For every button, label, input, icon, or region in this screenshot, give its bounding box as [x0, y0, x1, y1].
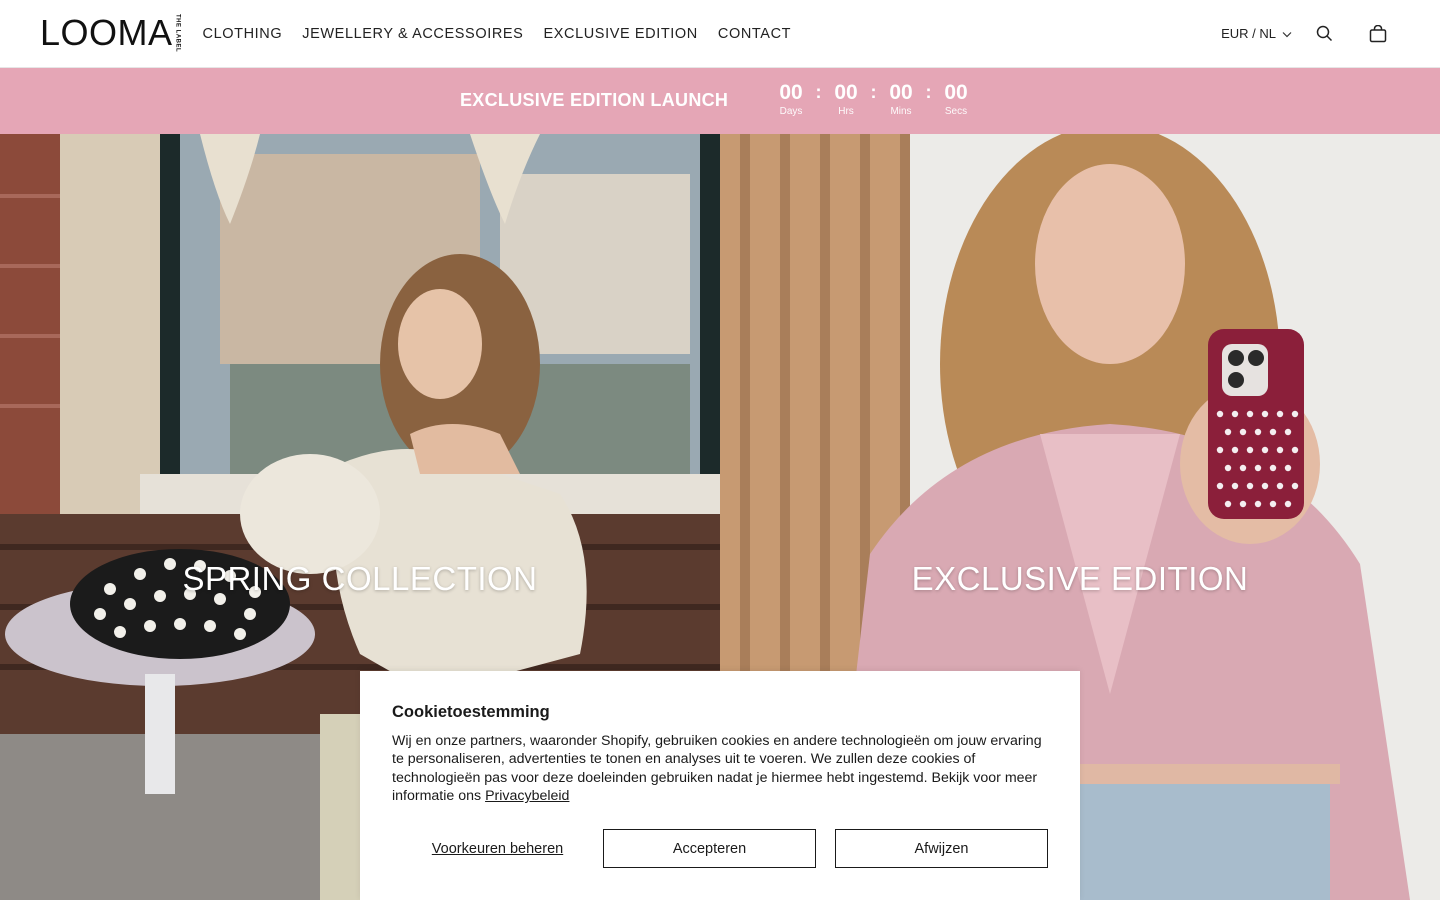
hero-title-exclusive: EXCLUSIVE EDITION: [911, 560, 1249, 597]
cart-icon[interactable]: [1368, 24, 1388, 44]
logo-subtext: THE LABEL: [174, 14, 181, 53]
countdown-value: 00: [944, 81, 968, 104]
search-icon[interactable]: [1314, 24, 1334, 44]
logo-text: LOOMA: [40, 12, 173, 54]
chevron-down-icon: [1282, 26, 1292, 41]
countdown-value: 00: [889, 81, 913, 104]
cookie-text: Wij en onze partners, waaronder Shopify,…: [392, 732, 1048, 806]
brand-logo[interactable]: LOOMA THE LABEL: [40, 14, 181, 52]
countdown-value: 00: [779, 81, 803, 104]
privacy-policy-link[interactable]: Privacybeleid: [485, 788, 569, 804]
nav-jewellery-accessoires[interactable]: JEWELLERY & ACCESSOIRES: [302, 26, 523, 42]
countdown-label: Secs: [944, 106, 968, 117]
manage-preferences-button[interactable]: Voorkeuren beheren: [392, 829, 603, 868]
countdown-value: 00: [834, 81, 858, 104]
accept-button[interactable]: Accepteren: [603, 829, 816, 868]
countdown-days: 00 Days: [775, 80, 807, 118]
hero-title-spring: SPRING COLLECTION: [182, 560, 538, 597]
decline-button[interactable]: Afwijzen: [835, 829, 1048, 868]
nav-contact[interactable]: CONTACT: [718, 26, 791, 42]
countdown-separator: :: [925, 82, 932, 102]
countdown-label: Mins: [890, 106, 912, 117]
site-header: LOOMA THE LABEL CLOTHING JEWELLERY & ACC…: [0, 0, 1440, 68]
countdown-title: EXCLUSIVE EDITION LAUNCH: [460, 90, 729, 110]
cookie-title: Cookietoestemming: [392, 703, 550, 721]
currency-selector[interactable]: EUR / NL: [1221, 26, 1292, 41]
countdown-banner: EXCLUSIVE EDITION LAUNCH 00 Days : 00 Hr…: [0, 68, 1440, 134]
countdown-label: Hrs: [838, 106, 854, 117]
countdown-hours: 00 Hrs: [830, 80, 862, 118]
main-nav: CLOTHING JEWELLERY & ACCESSOIRES EXCLUSI…: [203, 26, 792, 42]
countdown-timer: 00 Days : 00 Hrs : 00 Mins : 00 Secs: [775, 80, 972, 118]
countdown-minutes: 00 Mins: [885, 80, 917, 118]
countdown-label: Days: [779, 106, 803, 117]
header-actions: EUR / NL: [1221, 24, 1400, 44]
cookie-actions: Voorkeuren beheren Accepteren Afwijzen: [392, 829, 1048, 868]
nav-clothing[interactable]: CLOTHING: [203, 26, 283, 42]
cookie-consent-banner: Cookietoestemming Wij en onze partners, …: [360, 671, 1080, 900]
countdown-seconds: 00 Secs: [940, 80, 972, 118]
countdown-separator: :: [815, 82, 822, 102]
currency-label: EUR / NL: [1221, 26, 1276, 41]
nav-exclusive-edition[interactable]: EXCLUSIVE EDITION: [543, 26, 697, 42]
countdown-separator: :: [870, 82, 877, 102]
